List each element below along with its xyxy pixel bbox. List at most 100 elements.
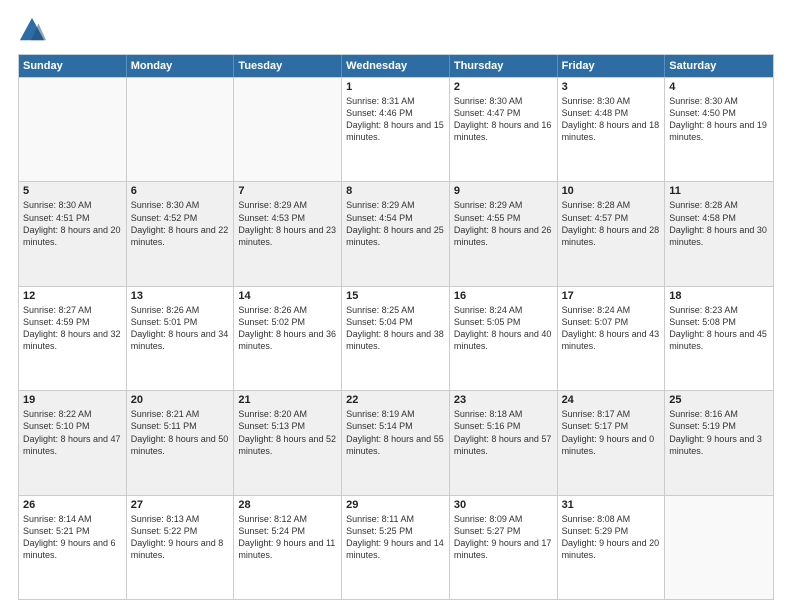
calendar-cell: 13 Sunrise: 8:26 AM Sunset: 5:01 PM Dayli… <box>127 287 235 390</box>
calendar-cell: 10Sunrise: 8:28 AM Sunset: 4:57 PM Dayli… <box>558 182 666 285</box>
calendar-body: 1 Sunrise: 8:31 AM Sunset: 4:46 PM Daylig… <box>19 77 773 599</box>
cell-info: Sunrise: 8:30 AM Sunset: 4:52 PM Dayligh… <box>131 199 230 248</box>
cell-info: Sunrise: 8:30 AM Sunset: 4:50 PM Dayligh… <box>669 95 769 144</box>
day-number: 23 <box>454 394 553 406</box>
cell-info: Sunrise: 8:29 AM Sunset: 4:55 PM Dayligh… <box>454 199 553 248</box>
day-number: 28 <box>238 499 337 511</box>
day-number: 12 <box>23 290 122 302</box>
day-number: 5 <box>23 185 122 197</box>
calendar-cell: 28 Sunrise: 8:12 AM Sunset: 5:24 PM Dayli… <box>234 496 342 599</box>
calendar-cell: 15Sunrise: 8:25 AM Sunset: 5:04 PM Dayli… <box>342 287 450 390</box>
day-number: 9 <box>454 185 553 197</box>
calendar-header: SundayMondayTuesdayWednesdayThursdayFrid… <box>19 55 773 77</box>
header <box>18 16 774 44</box>
calendar-cell: 12 Sunrise: 8:27 AM Sunset: 4:59 PM Dayli… <box>19 287 127 390</box>
calendar-week-2: 5 Sunrise: 8:30 AM Sunset: 4:51 PM Daylig… <box>19 181 773 285</box>
day-number: 8 <box>346 185 445 197</box>
header-day-friday: Friday <box>558 55 666 77</box>
calendar-cell: 26Sunrise: 8:14 AM Sunset: 5:21 PM Dayli… <box>19 496 127 599</box>
calendar-week-5: 26Sunrise: 8:14 AM Sunset: 5:21 PM Dayli… <box>19 495 773 599</box>
day-number: 6 <box>131 185 230 197</box>
cell-info: Sunrise: 8:11 AM Sunset: 5:25 PM Dayligh… <box>346 513 445 562</box>
cell-info: Sunrise: 8:09 AM Sunset: 5:27 PM Dayligh… <box>454 513 553 562</box>
cell-info: Sunrise: 8:30 AM Sunset: 4:48 PM Dayligh… <box>562 95 661 144</box>
calendar-cell: 31 Sunrise: 8:08 AM Sunset: 5:29 PM Dayli… <box>558 496 666 599</box>
calendar-cell: 20 Sunrise: 8:21 AM Sunset: 5:11 PM Dayli… <box>127 391 235 494</box>
cell-info: Sunrise: 8:12 AM Sunset: 5:24 PM Dayligh… <box>238 513 337 562</box>
calendar-cell: 14 Sunrise: 8:26 AM Sunset: 5:02 PM Dayli… <box>234 287 342 390</box>
calendar-cell: 27 Sunrise: 8:13 AM Sunset: 5:22 PM Dayli… <box>127 496 235 599</box>
calendar-cell: 19 Sunrise: 8:22 AM Sunset: 5:10 PM Dayli… <box>19 391 127 494</box>
day-number: 30 <box>454 499 553 511</box>
day-number: 17 <box>562 290 661 302</box>
day-number: 3 <box>562 81 661 93</box>
calendar-cell: 5 Sunrise: 8:30 AM Sunset: 4:51 PM Daylig… <box>19 182 127 285</box>
day-number: 27 <box>131 499 230 511</box>
cell-info: Sunrise: 8:23 AM Sunset: 5:08 PM Dayligh… <box>669 304 769 353</box>
logo <box>18 16 48 44</box>
day-number: 13 <box>131 290 230 302</box>
cell-info: Sunrise: 8:26 AM Sunset: 5:02 PM Dayligh… <box>238 304 337 353</box>
calendar-cell: 3 Sunrise: 8:30 AM Sunset: 4:48 PM Daylig… <box>558 78 666 181</box>
cell-info: Sunrise: 8:24 AM Sunset: 5:07 PM Dayligh… <box>562 304 661 353</box>
calendar-cell: 8 Sunrise: 8:29 AM Sunset: 4:54 PM Daylig… <box>342 182 450 285</box>
calendar-cell: 17 Sunrise: 8:24 AM Sunset: 5:07 PM Dayli… <box>558 287 666 390</box>
cell-info: Sunrise: 8:22 AM Sunset: 5:10 PM Dayligh… <box>23 408 122 457</box>
cell-info: Sunrise: 8:27 AM Sunset: 4:59 PM Dayligh… <box>23 304 122 353</box>
cell-info: Sunrise: 8:19 AM Sunset: 5:14 PM Dayligh… <box>346 408 445 457</box>
calendar-cell: 21 Sunrise: 8:20 AM Sunset: 5:13 PM Dayli… <box>234 391 342 494</box>
day-number: 4 <box>669 81 769 93</box>
cell-info: Sunrise: 8:29 AM Sunset: 4:53 PM Dayligh… <box>238 199 337 248</box>
calendar-cell: 22 Sunrise: 8:19 AM Sunset: 5:14 PM Dayli… <box>342 391 450 494</box>
day-number: 20 <box>131 394 230 406</box>
calendar-cell <box>19 78 127 181</box>
calendar-cell: 23 Sunrise: 8:18 AM Sunset: 5:16 PM Dayli… <box>450 391 558 494</box>
day-number: 18 <box>669 290 769 302</box>
calendar-cell: 24Sunrise: 8:17 AM Sunset: 5:17 PM Dayli… <box>558 391 666 494</box>
page: SundayMondayTuesdayWednesdayThursdayFrid… <box>0 0 792 612</box>
header-day-saturday: Saturday <box>665 55 773 77</box>
cell-info: Sunrise: 8:13 AM Sunset: 5:22 PM Dayligh… <box>131 513 230 562</box>
cell-info: Sunrise: 8:20 AM Sunset: 5:13 PM Dayligh… <box>238 408 337 457</box>
calendar-cell <box>234 78 342 181</box>
cell-info: Sunrise: 8:25 AM Sunset: 5:04 PM Dayligh… <box>346 304 445 353</box>
calendar-cell: 7Sunrise: 8:29 AM Sunset: 4:53 PM Daylig… <box>234 182 342 285</box>
cell-info: Sunrise: 8:28 AM Sunset: 4:57 PM Dayligh… <box>562 199 661 248</box>
day-number: 11 <box>669 185 769 197</box>
calendar-cell: 29 Sunrise: 8:11 AM Sunset: 5:25 PM Dayli… <box>342 496 450 599</box>
header-day-wednesday: Wednesday <box>342 55 450 77</box>
cell-info: Sunrise: 8:28 AM Sunset: 4:58 PM Dayligh… <box>669 199 769 248</box>
calendar-cell: 30 Sunrise: 8:09 AM Sunset: 5:27 PM Dayli… <box>450 496 558 599</box>
header-day-monday: Monday <box>127 55 235 77</box>
cell-info: Sunrise: 8:30 AM Sunset: 4:51 PM Dayligh… <box>23 199 122 248</box>
calendar-week-4: 19 Sunrise: 8:22 AM Sunset: 5:10 PM Dayli… <box>19 390 773 494</box>
cell-info: Sunrise: 8:18 AM Sunset: 5:16 PM Dayligh… <box>454 408 553 457</box>
calendar-cell: 25Sunrise: 8:16 AM Sunset: 5:19 PM Dayli… <box>665 391 773 494</box>
day-number: 22 <box>346 394 445 406</box>
day-number: 21 <box>238 394 337 406</box>
day-number: 1 <box>346 81 445 93</box>
calendar-cell: 9 Sunrise: 8:29 AM Sunset: 4:55 PM Daylig… <box>450 182 558 285</box>
calendar-week-1: 1 Sunrise: 8:31 AM Sunset: 4:46 PM Daylig… <box>19 77 773 181</box>
cell-info: Sunrise: 8:21 AM Sunset: 5:11 PM Dayligh… <box>131 408 230 457</box>
cell-info: Sunrise: 8:31 AM Sunset: 4:46 PM Dayligh… <box>346 95 445 144</box>
calendar: SundayMondayTuesdayWednesdayThursdayFrid… <box>18 54 774 600</box>
calendar-cell: 18 Sunrise: 8:23 AM Sunset: 5:08 PM Dayli… <box>665 287 773 390</box>
calendar-cell: 6 Sunrise: 8:30 AM Sunset: 4:52 PM Daylig… <box>127 182 235 285</box>
header-day-sunday: Sunday <box>19 55 127 77</box>
calendar-cell: 4 Sunrise: 8:30 AM Sunset: 4:50 PM Daylig… <box>665 78 773 181</box>
cell-info: Sunrise: 8:16 AM Sunset: 5:19 PM Dayligh… <box>669 408 769 457</box>
calendar-cell: 1 Sunrise: 8:31 AM Sunset: 4:46 PM Daylig… <box>342 78 450 181</box>
logo-icon <box>18 16 46 44</box>
day-number: 31 <box>562 499 661 511</box>
day-number: 19 <box>23 394 122 406</box>
cell-info: Sunrise: 8:08 AM Sunset: 5:29 PM Dayligh… <box>562 513 661 562</box>
cell-info: Sunrise: 8:14 AM Sunset: 5:21 PM Dayligh… <box>23 513 122 562</box>
cell-info: Sunrise: 8:29 AM Sunset: 4:54 PM Dayligh… <box>346 199 445 248</box>
day-number: 24 <box>562 394 661 406</box>
day-number: 14 <box>238 290 337 302</box>
day-number: 16 <box>454 290 553 302</box>
calendar-cell <box>665 496 773 599</box>
cell-info: Sunrise: 8:26 AM Sunset: 5:01 PM Dayligh… <box>131 304 230 353</box>
day-number: 29 <box>346 499 445 511</box>
